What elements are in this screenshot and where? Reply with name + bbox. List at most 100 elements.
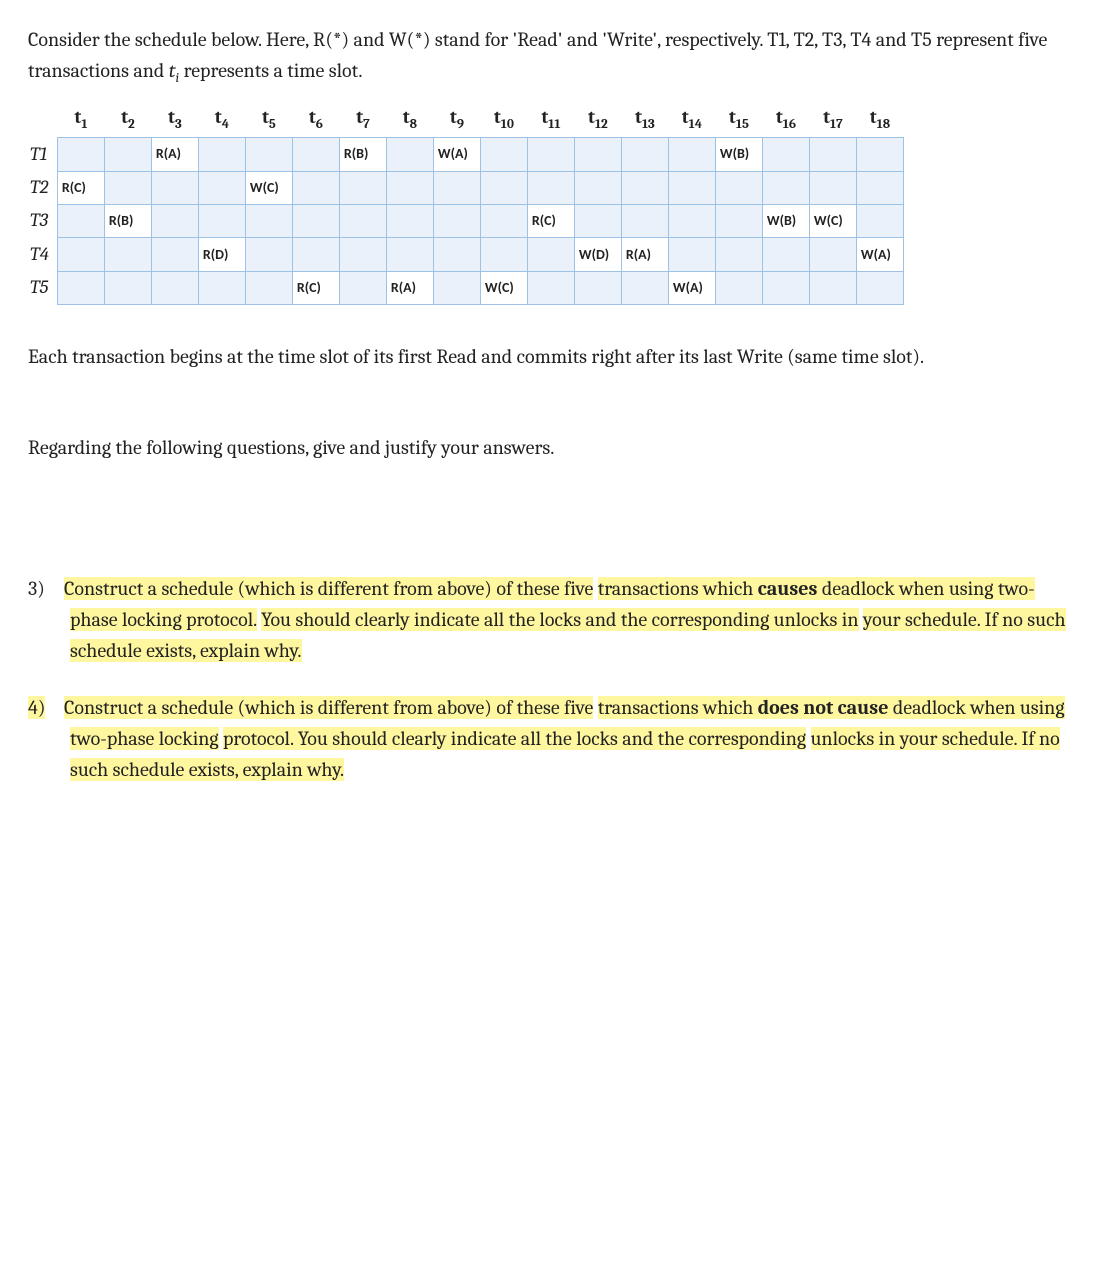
time-header: t6 <box>292 101 339 138</box>
schedule-cell <box>386 171 433 204</box>
time-header: t16 <box>762 101 809 138</box>
time-header: t9 <box>433 101 480 138</box>
schedule-cell <box>762 138 809 171</box>
question-text-segment: protocol. You should clearly indicate al… <box>223 727 806 750</box>
schedule-cell <box>527 271 574 304</box>
header-blank <box>28 101 57 138</box>
schedule-cell <box>856 204 903 237</box>
schedule-cell <box>527 238 574 271</box>
schedule-cell <box>856 138 903 171</box>
question-list: 3)Construct a schedule (which is differe… <box>28 573 1078 785</box>
schedule-cell <box>433 238 480 271</box>
schedule-cell <box>762 271 809 304</box>
intro-paragraph: Consider the schedule below. Here, R(*) … <box>28 24 1078 89</box>
time-header: t11 <box>527 101 574 138</box>
schedule-cell <box>480 171 527 204</box>
schedule-cell <box>386 238 433 271</box>
schedule-cell <box>339 271 386 304</box>
schedule-cell <box>621 171 668 204</box>
schedule-cell: W(D) <box>574 238 621 271</box>
schedule-cell <box>104 271 151 304</box>
schedule-cell: R(A) <box>386 271 433 304</box>
schedule-cell <box>198 271 245 304</box>
question-text-segment: does not cause <box>758 696 889 719</box>
schedule-cell <box>433 271 480 304</box>
schedule-cell: R(A) <box>621 238 668 271</box>
time-header: t18 <box>856 101 903 138</box>
schedule-cell <box>292 204 339 237</box>
schedule-cell <box>104 171 151 204</box>
time-header: t17 <box>809 101 856 138</box>
question-text-segment: causes <box>758 577 818 600</box>
schedule-cell <box>57 271 104 304</box>
schedule-cell <box>574 138 621 171</box>
schedule-cell: W(A) <box>856 238 903 271</box>
transaction-label: T3 <box>28 204 57 237</box>
schedule-cell <box>433 204 480 237</box>
schedule-cell: R(B) <box>339 138 386 171</box>
time-header: t12 <box>574 101 621 138</box>
schedule-cell: W(C) <box>245 171 292 204</box>
schedule-cell: W(B) <box>762 204 809 237</box>
schedule-cell <box>198 138 245 171</box>
schedule-cell <box>574 171 621 204</box>
schedule-cell <box>292 138 339 171</box>
question-text-segment: You should clearly indicate all the lock… <box>261 608 858 631</box>
time-header: t8 <box>386 101 433 138</box>
paragraph-instructions: Regarding the following questions, give … <box>28 432 1078 463</box>
transaction-label: T1 <box>28 138 57 171</box>
schedule-cell <box>621 138 668 171</box>
schedule-cell <box>57 204 104 237</box>
schedule-cell: W(B) <box>715 138 762 171</box>
time-header: t4 <box>198 101 245 138</box>
schedule-cell: R(C) <box>292 271 339 304</box>
schedule-cell <box>245 238 292 271</box>
schedule-cell <box>386 138 433 171</box>
schedule-cell: W(A) <box>668 271 715 304</box>
schedule-cell <box>715 204 762 237</box>
table-row: T1R(A)R(B)W(A)W(B) <box>28 138 903 171</box>
schedule-cell <box>57 138 104 171</box>
schedule-cell <box>104 138 151 171</box>
schedule-cell <box>480 204 527 237</box>
question-text-segment: Construct a schedule (which is different… <box>64 696 593 719</box>
question-text-segment <box>806 727 810 750</box>
table-row: T4R(D)W(D)R(A)W(A) <box>28 238 903 271</box>
schedule-cell: R(C) <box>527 204 574 237</box>
schedule-cell <box>198 204 245 237</box>
schedule-cell <box>856 171 903 204</box>
question-text-segment: transactions which <box>598 577 758 600</box>
table-row: T2R(C) W(C) <box>28 171 903 204</box>
schedule-cell <box>574 271 621 304</box>
schedule-table: t1t2t3t4t5t6t7t8t9t10t11t12t13t14t15t16t… <box>28 101 904 306</box>
time-header: t14 <box>668 101 715 138</box>
schedule-body: T1R(A)R(B)W(A)W(B)T2R(C)W(C)T3R(B)R(C)W(… <box>28 138 903 305</box>
paragraph-commit-rule: Each transaction begins at the time slot… <box>28 341 1078 372</box>
question-item: 4)Construct a schedule (which is differe… <box>28 692 1078 785</box>
schedule-cell: R(C) <box>57 171 104 204</box>
table-row: T3R(B)R(C)W(B)W(C) <box>28 204 903 237</box>
time-header: t3 <box>151 101 198 138</box>
question-item: 3)Construct a schedule (which is differe… <box>28 573 1078 666</box>
schedule-cell <box>668 238 715 271</box>
table-row: T5R(C)R(A)W(C)W(A) <box>28 271 903 304</box>
schedule-cell <box>292 171 339 204</box>
schedule-cell <box>621 271 668 304</box>
schedule-cell <box>668 204 715 237</box>
schedule-cell <box>245 138 292 171</box>
time-header: t13 <box>621 101 668 138</box>
schedule-cell <box>762 238 809 271</box>
schedule-cell <box>104 238 151 271</box>
schedule-cell <box>809 271 856 304</box>
schedule-cell <box>668 171 715 204</box>
transaction-label: T2 <box>28 171 57 204</box>
time-header: t10 <box>480 101 527 138</box>
transaction-label: T4 <box>28 238 57 271</box>
schedule-cell <box>480 138 527 171</box>
schedule-cell <box>668 138 715 171</box>
schedule-cell <box>433 171 480 204</box>
schedule-cell <box>809 171 856 204</box>
time-header: t2 <box>104 101 151 138</box>
schedule-cell <box>245 271 292 304</box>
schedule-cell <box>762 171 809 204</box>
